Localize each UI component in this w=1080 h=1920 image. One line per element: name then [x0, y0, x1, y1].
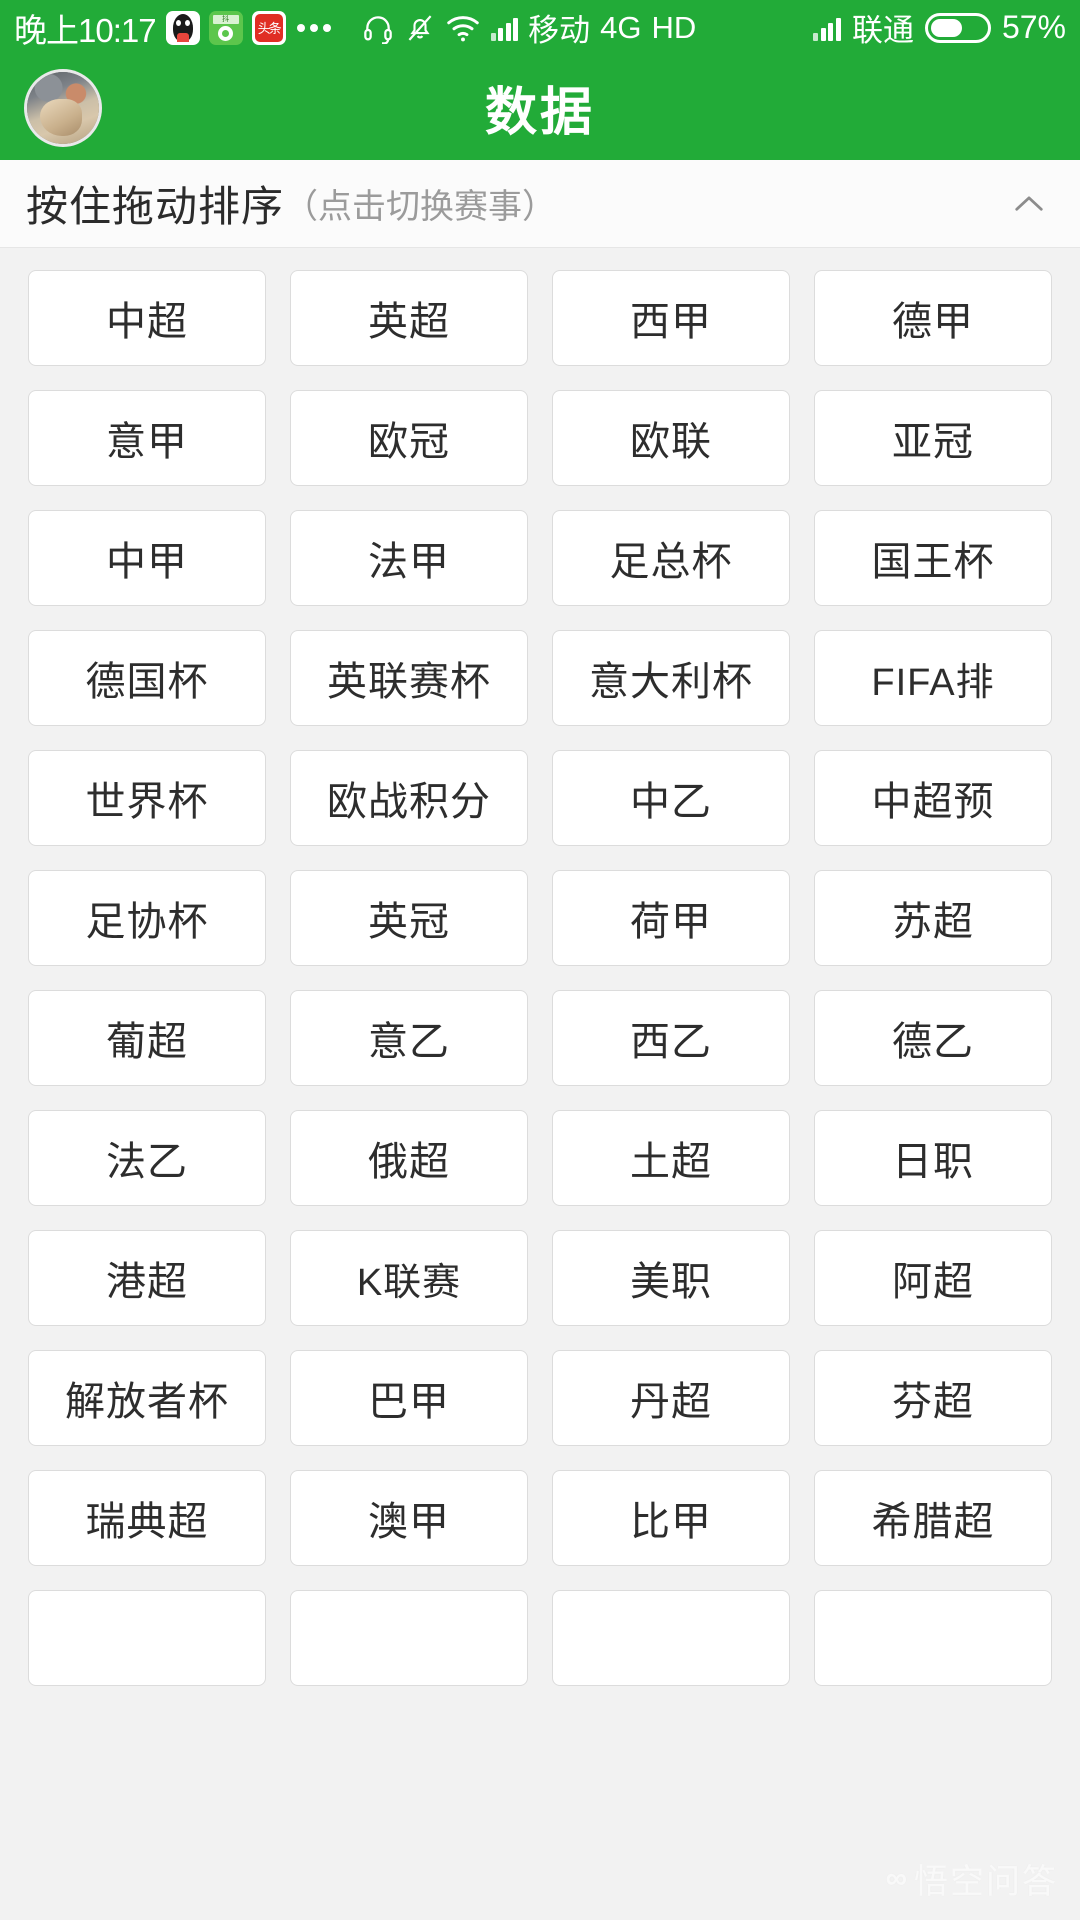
bell-muted-icon	[408, 14, 432, 41]
league-cell[interactable]: 中超预	[814, 750, 1052, 846]
league-cell[interactable]: 足总杯	[552, 510, 790, 606]
league-cell[interactable]: 巴甲	[290, 1350, 528, 1446]
league-cell[interactable]: 中乙	[552, 750, 790, 846]
battery-icon	[924, 12, 991, 43]
app-bar: 数据	[0, 55, 1080, 160]
league-cell[interactable]: 足协杯	[28, 870, 266, 966]
status-bar-time: 晚上10:17	[14, 11, 157, 49]
league-cell[interactable]: 欧冠	[290, 390, 528, 486]
league-cell[interactable]: 解放者杯	[28, 1350, 266, 1446]
league-cell[interactable]: 意大利杯	[552, 630, 790, 726]
league-cell[interactable]: 西乙	[552, 990, 790, 1086]
league-cell[interactable]: 德国杯	[28, 630, 266, 726]
league-cell[interactable]: 法乙	[28, 1110, 266, 1206]
green-app-icon: 抖	[208, 10, 243, 45]
league-cell[interactable]: 英超	[290, 270, 528, 366]
league-cell[interactable]: 比甲	[552, 1470, 790, 1566]
league-cell[interactable]: FIFA排	[814, 630, 1052, 726]
league-cell[interactable]: 法甲	[290, 510, 528, 606]
hd-label: HD	[651, 9, 697, 45]
headset-icon	[363, 15, 392, 44]
league-grid-container: 中超 英超 西甲 德甲意甲 欧冠 欧联 亚冠中甲 法甲 足总杯 国王杯德国杯 英联赛杯 意大利杯 FIF…	[0, 248, 1080, 1919]
league-cell[interactable]: 欧战积分	[290, 750, 528, 846]
network-type-label: 4G	[600, 9, 642, 45]
league-cell[interactable]	[290, 1590, 528, 1686]
chevron-up-icon[interactable]	[1006, 181, 1052, 227]
league-cell[interactable]: 苏超	[814, 870, 1052, 966]
league-grid: 中超 英超 西甲 德甲意甲 欧冠 欧联 亚冠中甲 法甲 足总杯 国王杯德国杯 英联赛杯 意大利杯 FIF…	[0, 270, 1080, 1686]
league-cell[interactable]: 德乙	[814, 990, 1052, 1086]
league-cell[interactable]	[814, 1590, 1052, 1686]
user-avatar[interactable]	[24, 68, 102, 147]
status-bar-app-icons: 抖 头条	[165, 10, 331, 45]
league-cell[interactable]: 意乙	[290, 990, 528, 1086]
league-cell[interactable]: 丹超	[552, 1350, 790, 1446]
page-title: 数据	[484, 84, 595, 142]
league-cell[interactable]: 世界杯	[28, 750, 266, 846]
toutiao-icon: 头条	[251, 10, 286, 45]
league-cell[interactable]: 欧联	[552, 390, 790, 486]
league-cell[interactable]: 俄超	[290, 1110, 528, 1206]
league-cell[interactable]: 澳甲	[290, 1470, 528, 1566]
overflow-dots-icon	[296, 23, 331, 32]
league-cell[interactable]: 瑞典超	[28, 1470, 266, 1566]
league-cell[interactable]	[28, 1590, 266, 1686]
status-bar: 晚上10:17 抖 头条 移动 4G HD 联通 57%	[0, 0, 1080, 55]
switch-league-hint-label: （点击切换赛事）	[284, 188, 557, 226]
watermark-text: 悟空问答	[914, 1863, 1058, 1901]
league-cell[interactable]	[552, 1590, 790, 1686]
league-cell[interactable]: 荷甲	[552, 870, 790, 966]
league-cell[interactable]: 日职	[814, 1110, 1052, 1206]
watermark: ∞ 悟空问答	[886, 1854, 1058, 1903]
league-cell[interactable]: K联赛	[290, 1230, 528, 1326]
sort-hint-label: 按住拖动排序	[26, 183, 285, 230]
league-cell[interactable]: 希腊超	[814, 1470, 1052, 1566]
league-cell[interactable]: 德甲	[814, 270, 1052, 366]
league-cell[interactable]: 港超	[28, 1230, 266, 1326]
league-cell[interactable]: 土超	[552, 1110, 790, 1206]
app-root: 晚上10:17 抖 头条 移动 4G HD 联通 57% 数据 按住拖动排序 （…	[0, 0, 1080, 1920]
league-cell[interactable]: 国王杯	[814, 510, 1052, 606]
carrier-label-1: 移动	[528, 13, 591, 48]
league-cell[interactable]: 英联赛杯	[290, 630, 528, 726]
league-cell[interactable]: 阿超	[814, 1230, 1052, 1326]
league-cell[interactable]: 中超	[28, 270, 266, 366]
battery-percent-label: 57%	[1001, 9, 1066, 45]
status-bar-right: 联通 57%	[813, 5, 1066, 50]
carrier-label-2: 联通	[851, 13, 914, 48]
wifi-icon	[446, 15, 479, 41]
league-cell[interactable]: 芬超	[814, 1350, 1052, 1446]
qq-icon	[165, 10, 200, 45]
league-cell[interactable]: 西甲	[552, 270, 790, 366]
league-cell[interactable]: 葡超	[28, 990, 266, 1086]
league-cell[interactable]: 美职	[552, 1230, 790, 1326]
league-cell[interactable]: 中甲	[28, 510, 266, 606]
league-cell[interactable]: 亚冠	[814, 390, 1052, 486]
league-cell[interactable]: 意甲	[28, 390, 266, 486]
signal-bars-icon	[490, 15, 519, 41]
watermark-logo-icon: ∞	[885, 1861, 907, 1895]
signal-bars-icon-2	[813, 15, 841, 41]
league-cell[interactable]: 英冠	[290, 870, 528, 966]
sort-section-header[interactable]: 按住拖动排序 （点击切换赛事）	[0, 160, 1080, 248]
